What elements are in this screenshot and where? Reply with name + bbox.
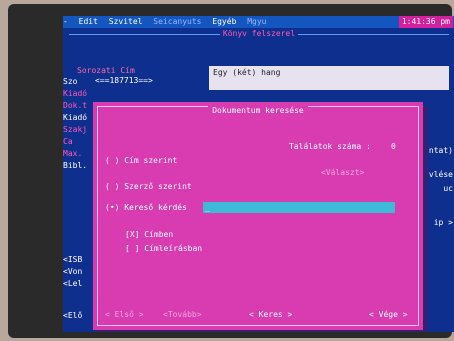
side-label: Ca (63, 137, 73, 146)
checkbox-in-title[interactable]: [X] Címben (125, 230, 173, 240)
radio-label: Cím szerint (124, 156, 178, 165)
dialog-button-bar: < Első > <Tovább> < Keres > < Vége > (105, 310, 411, 322)
results-count-label: Találatok száma : (289, 142, 371, 151)
bottom-left-buttons: <ISB <Von <Lel <Elő (63, 254, 97, 322)
side-label: Kiadó (63, 113, 88, 122)
right-label: vlése (428, 170, 453, 179)
terminal-screen: - Edit Szvitel Seicanyuts Egyéb Mgyu 1:4… (63, 16, 454, 332)
radio-by-author[interactable]: ( ) Szerző szerint (105, 182, 192, 192)
isbn-button[interactable]: <ISB (63, 254, 97, 266)
radio-by-title[interactable]: ( ) Cím szerint (105, 156, 177, 166)
menu-item-other[interactable]: Egyéb (212, 17, 236, 26)
clock-display: 1:41:36 pm (398, 16, 453, 28)
document-search-dialog: Dokumentum keresése Találatok száma : 0 … (93, 102, 423, 330)
form-title: Könyv felszerel (63, 28, 454, 40)
monitor-bezel: - Edit Szvitel Seicanyuts Egyéb Mgyu 1:4… (8, 4, 454, 338)
right-field-labels: ntat) vlése uc ip > (425, 104, 453, 230)
menu-bar: - Edit Szvitel Seicanyuts Egyéb Mgyu (63, 16, 454, 28)
search-button[interactable]: < Keres > (249, 310, 292, 320)
menu-item-input[interactable]: Szvitel (109, 17, 143, 26)
previous-button[interactable]: <Elő (63, 310, 97, 322)
end-button[interactable]: < Vége > (369, 310, 408, 320)
barcode-button[interactable]: <Von (63, 266, 97, 278)
radio-marker: ( ) (105, 182, 120, 191)
select-button[interactable]: <Választ> (321, 168, 364, 178)
checkbox-marker: [X] (125, 230, 140, 239)
dialog-title: Dokumentum keresése (98, 106, 418, 116)
first-button[interactable]: < Első > (105, 310, 144, 320)
results-count-value: 0 (391, 142, 396, 151)
side-label: Szakj (63, 125, 88, 134)
right-label: ntat) (428, 146, 453, 155)
right-label: ip > (433, 218, 453, 227)
right-label: uc (443, 184, 453, 193)
menu-item-system[interactable]: - (63, 17, 68, 26)
menu-item-edit[interactable]: Edit (79, 17, 98, 26)
title-field[interactable]: Egy (két) hang (209, 66, 449, 90)
checkbox-in-description[interactable]: [ ] Címleírásban (125, 244, 202, 254)
radio-label: Szerző szerint (124, 182, 192, 191)
radio-search-query[interactable]: (•) Kereső kérdés (105, 203, 187, 213)
next-button[interactable]: <Tovább> (163, 310, 202, 320)
side-label: Bibl. (63, 161, 88, 170)
search-query-input[interactable]: _ (203, 202, 395, 213)
series-number: <==187713==> (95, 76, 153, 85)
side-label: Kiadó (63, 89, 88, 98)
checkbox-label: Címben (144, 230, 174, 239)
checkbox-label: Címleírásban (144, 244, 203, 253)
menu-item-reports[interactable]: Seicanyuts (153, 17, 201, 26)
side-label: Szo (63, 77, 78, 86)
radio-marker: ( ) (105, 156, 120, 165)
radio-label: Kereső kérdés (124, 203, 187, 212)
series-title-label: Sorozati Cím (77, 66, 135, 75)
checkbox-marker: [ ] (125, 244, 140, 253)
side-label: Dok.t (63, 101, 88, 110)
radio-marker: (•) (105, 203, 120, 212)
menu-item-help[interactable]: Mgyu (247, 17, 266, 26)
lel-button[interactable]: <Lel (63, 278, 97, 290)
dialog-frame: Dokumentum keresése (97, 106, 419, 326)
side-label: Max. (63, 149, 83, 158)
